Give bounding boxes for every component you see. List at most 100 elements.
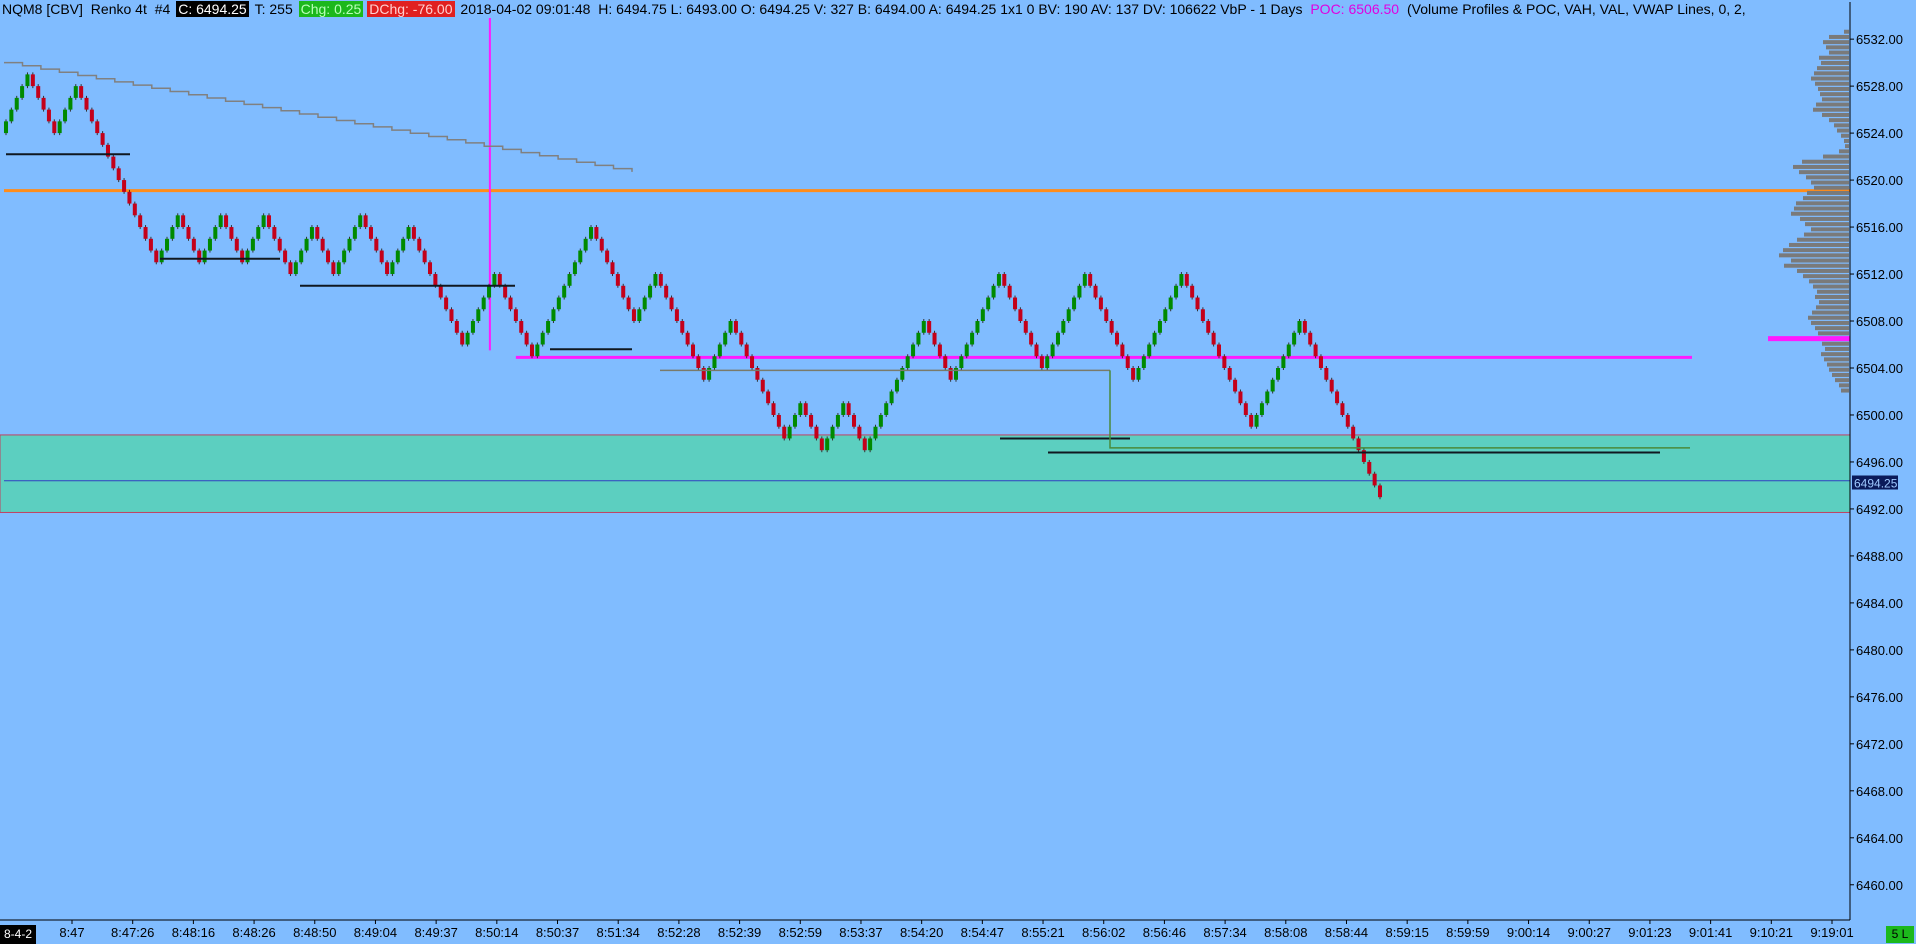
renko-brick (406, 227, 411, 239)
volume-profile-bar (1822, 97, 1849, 102)
renko-brick (943, 356, 948, 368)
renko-brick (1066, 309, 1071, 322)
renko-brick (921, 321, 926, 333)
y-tick-label: 6504.00 (1856, 361, 1903, 376)
renko-brick (250, 238, 255, 251)
renko-brick (1345, 414, 1350, 427)
y-tick-label: 6508.00 (1856, 314, 1903, 329)
renko-brick (1243, 403, 1248, 415)
renko-brick (857, 426, 862, 439)
renko-brick (615, 274, 620, 286)
renko-brick (835, 414, 840, 427)
chart-canvas[interactable]: 6532.00 6528.00 6524.00 6520.00 6516.00 6512.… (0, 0, 1916, 944)
renko-brick (213, 227, 218, 239)
renko-brick (1125, 356, 1130, 368)
y-tick-label: 6464.00 (1856, 831, 1903, 846)
renko-brick (916, 332, 921, 345)
renko-brick (266, 215, 272, 228)
renko-brick (792, 414, 797, 427)
volume-profile-bar (1827, 362, 1849, 367)
renko-brick (932, 332, 937, 345)
renko-brick (610, 262, 615, 275)
renko-brick (1238, 391, 1243, 404)
volume-profile-bar (1784, 263, 1849, 268)
renko-brick (207, 238, 212, 251)
volume-profile-bar (1815, 326, 1849, 331)
daily-change-badge: DChg: -76.00 (367, 1, 455, 17)
x-tick-label: 8:52:39 (718, 925, 761, 940)
volume-profile-bar (1817, 66, 1849, 71)
renko-brick (9, 109, 14, 122)
renko-brick (766, 391, 771, 404)
chart-window[interactable]: 6532.00 6528.00 6524.00 6520.00 6516.00 6512.… (0, 0, 1916, 944)
renko-brick (862, 438, 867, 451)
renko-brick (535, 344, 540, 357)
y-tick-label: 6524.00 (1856, 126, 1903, 141)
volume-profile-bar (1793, 164, 1849, 169)
volume-profile-bar (1815, 81, 1849, 86)
renko-brick (1329, 379, 1334, 392)
renko-brick (390, 262, 395, 275)
renko-brick (1190, 285, 1195, 298)
renko-brick (1109, 321, 1114, 333)
volume-profile-bar (1813, 107, 1849, 112)
renko-brick (444, 297, 449, 310)
bars-tag[interactable]: 5 L (1886, 926, 1914, 943)
volume-profile-bar (1814, 71, 1849, 76)
volume-profile-bar (1839, 383, 1849, 388)
renko-brick (809, 414, 814, 427)
renko-brick (1098, 297, 1103, 310)
y-tick-label: 6500.00 (1856, 408, 1903, 423)
y-tick-label: 6476.00 (1856, 690, 1903, 705)
value-area-layer (0, 434, 1851, 513)
renko-brick (690, 344, 696, 357)
renko-brick (1318, 356, 1323, 368)
chart-type-label: Renko 4t (90, 1, 147, 17)
renko-brick (685, 332, 690, 345)
x-tick-label: 8:47:26 (111, 925, 154, 940)
renko-brick (1222, 356, 1227, 368)
renko-brick (970, 332, 975, 345)
renko-brick (202, 250, 207, 263)
renko-brick (3, 121, 9, 134)
renko-brick (14, 97, 19, 110)
y-tick-label: 6512.00 (1856, 267, 1903, 282)
renko-brick (352, 227, 357, 239)
renko-brick (884, 403, 889, 415)
renko-brick (1050, 344, 1055, 357)
renko-brick (1233, 379, 1238, 392)
renko-brick (723, 332, 728, 345)
renko-brick (320, 238, 325, 251)
renko-brick (379, 250, 384, 263)
renko-brick (1029, 332, 1034, 345)
renko-brick (637, 309, 642, 322)
renko-brick (1259, 403, 1264, 415)
renko-brick (395, 250, 400, 263)
renko-brick (143, 227, 148, 239)
renko-brick (1018, 309, 1023, 322)
y-tick-label: 6484.00 (1856, 596, 1903, 611)
renko-brick (540, 332, 545, 345)
renko-brick (272, 227, 277, 239)
renko-brick (1147, 344, 1152, 357)
renko-brick (717, 344, 722, 357)
renko-brick (712, 356, 717, 368)
renko-brick (1013, 297, 1018, 310)
x-tick-label: 9:00:14 (1507, 925, 1550, 940)
x-tick-label: 8:52:59 (779, 925, 822, 940)
x-tick-label: 8:57:34 (1203, 925, 1246, 940)
renko-brick (20, 86, 25, 98)
volume-profile-bar (1811, 76, 1849, 81)
renko-brick (819, 438, 824, 451)
volume-profile-bar (1818, 331, 1849, 336)
renko-brick (191, 238, 196, 251)
renko-brick (1034, 344, 1039, 357)
renko-brick (964, 344, 969, 357)
renko-brick (363, 215, 368, 228)
renko-brick (304, 238, 309, 251)
x-tick-label: 8:59:15 (1385, 925, 1428, 940)
renko-brick (846, 403, 851, 415)
renko-brick (1270, 379, 1275, 392)
x-tick-label: 9:10:21 (1750, 925, 1793, 940)
renko-brick (165, 238, 170, 251)
